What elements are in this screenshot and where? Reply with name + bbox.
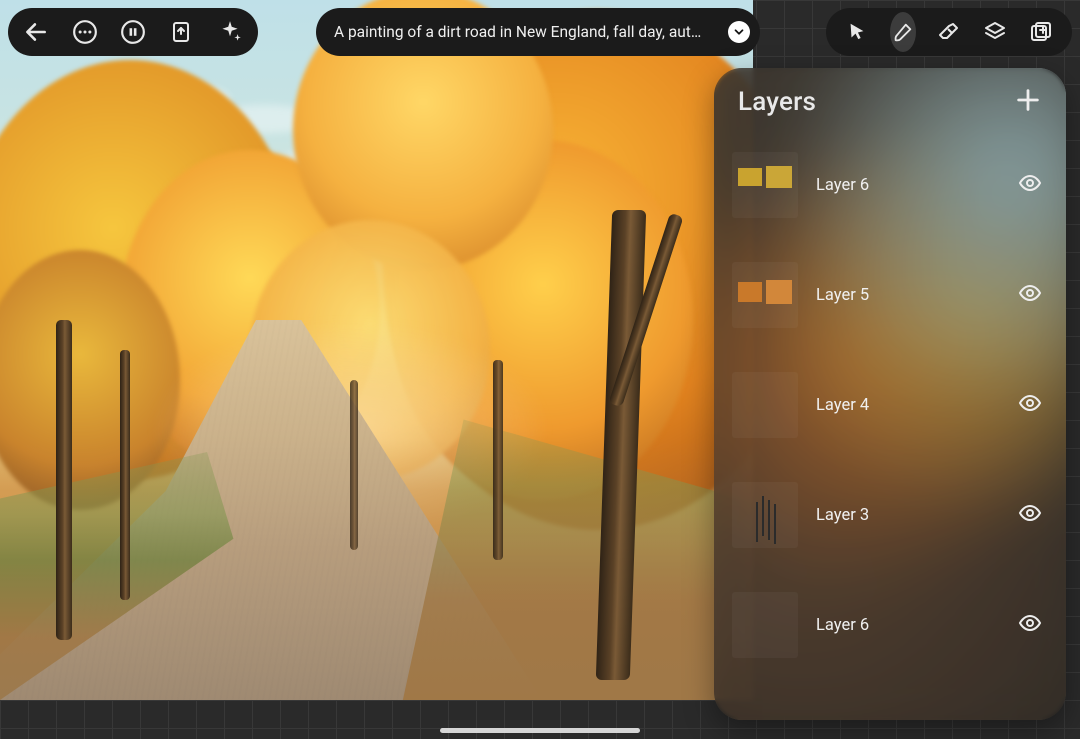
eye-icon — [1018, 501, 1042, 525]
eye-icon — [1018, 171, 1042, 195]
layers-icon — [983, 20, 1007, 44]
eraser-tool[interactable] — [936, 12, 962, 52]
add-layer-button[interactable] — [1014, 86, 1042, 118]
layer-name: Layer 4 — [816, 396, 1000, 415]
cursor-tool[interactable] — [844, 12, 870, 52]
import-button[interactable] — [167, 12, 195, 52]
eraser-icon — [937, 20, 961, 44]
layer-name: Layer 6 — [816, 176, 1000, 195]
cursor-icon — [846, 21, 868, 43]
layer-row[interactable]: Layer 5 — [714, 240, 1066, 350]
prompt-text: A painting of a dirt road in New England… — [334, 23, 701, 41]
back-button[interactable] — [22, 12, 50, 52]
layer-name: Layer 5 — [816, 286, 1000, 305]
home-indicator[interactable] — [440, 728, 640, 733]
more-icon — [72, 19, 98, 45]
layer-thumbnail — [732, 372, 798, 438]
layer-row[interactable]: Layer 3 — [714, 460, 1066, 570]
layer-name: Layer 3 — [816, 506, 1000, 525]
layer-thumbnail — [732, 592, 798, 658]
eye-icon — [1018, 611, 1042, 635]
eye-icon — [1018, 281, 1042, 305]
more-button[interactable] — [70, 12, 98, 52]
layer-row[interactable]: Layer 6 — [714, 570, 1066, 680]
prompt-expand-button[interactable] — [728, 21, 750, 43]
chevron-down-icon — [732, 25, 746, 39]
visibility-toggle[interactable] — [1018, 501, 1042, 529]
layers-panel[interactable]: Layers Layer 6 Layer 5 Layer 4 — [714, 68, 1066, 720]
pause-icon — [120, 19, 146, 45]
prompt-bar[interactable]: A painting of a dirt road in New England… — [316, 8, 760, 56]
sparkle-button[interactable] — [216, 12, 244, 52]
toolbar-right — [826, 8, 1072, 56]
add-rect-icon — [1029, 20, 1053, 44]
arrow-left-icon — [23, 19, 49, 45]
layer-thumbnail — [732, 152, 798, 218]
plus-icon — [1014, 86, 1042, 114]
layers-title: Layers — [738, 87, 816, 117]
brush-tool[interactable] — [890, 12, 916, 52]
layer-name: Layer 6 — [816, 616, 1000, 635]
brush-icon — [892, 21, 914, 43]
layer-row[interactable]: Layer 6 — [714, 130, 1066, 240]
canvas-artwork[interactable] — [0, 0, 753, 700]
visibility-toggle[interactable] — [1018, 171, 1042, 199]
visibility-toggle[interactable] — [1018, 281, 1042, 309]
layer-thumbnail — [732, 482, 798, 548]
pause-button[interactable] — [119, 12, 147, 52]
layer-row[interactable]: Layer 4 — [714, 350, 1066, 460]
import-icon — [169, 20, 193, 44]
visibility-toggle[interactable] — [1018, 391, 1042, 419]
toolbar-left — [8, 8, 258, 56]
layers-tool[interactable] — [982, 12, 1008, 52]
layers-list: Layer 6 Layer 5 Layer 4 Layer 3 Layer 6 — [714, 130, 1066, 720]
layer-thumbnail — [732, 262, 798, 328]
add-canvas-button[interactable] — [1028, 12, 1054, 52]
sparkle-icon — [217, 19, 243, 45]
visibility-toggle[interactable] — [1018, 611, 1042, 639]
eye-icon — [1018, 391, 1042, 415]
